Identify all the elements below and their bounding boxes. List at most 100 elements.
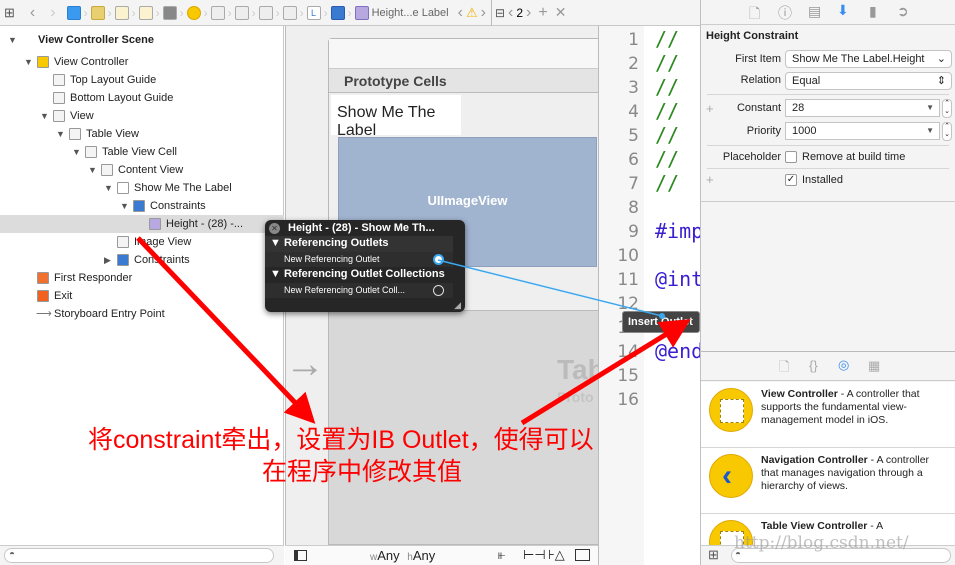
code-line[interactable]: //	[655, 27, 679, 51]
constraint-icon[interactable]	[354, 5, 369, 20]
outline-row[interactable]: ▼ View Controller	[0, 53, 284, 71]
outlet-circle-empty[interactable]	[433, 285, 444, 296]
library-item[interactable]: View Controller - A controller that supp…	[701, 382, 955, 448]
outline-row-label: Table View Cell	[102, 146, 178, 158]
disclosure-triangle-icon[interactable]: ▶	[104, 251, 111, 269]
size-inspector-icon[interactable]: ▮	[869, 3, 877, 20]
related-items-icon[interactable]: ⊟	[495, 6, 505, 20]
warning-icon[interactable]: ⚠	[466, 5, 478, 21]
code-line[interactable]: @int	[655, 267, 703, 291]
counterpart-forward-button[interactable]: ›	[526, 4, 531, 22]
label-icon[interactable]: L	[306, 5, 321, 20]
breadcrumb-current[interactable]: Height...e Label	[372, 7, 449, 19]
new-referencing-outlet[interactable]: New Referencing Outlet	[265, 252, 453, 267]
priority-field[interactable]: 1000 ▼	[785, 122, 940, 140]
back-button[interactable]: ‹	[30, 4, 35, 22]
pin-icon[interactable]: ⊢⊣	[523, 547, 546, 563]
outline-row[interactable]: Top Layout Guide	[0, 71, 284, 89]
disclosure-triangle-icon[interactable]: ▼	[88, 161, 97, 179]
library-item[interactable]: ‹ Navigation Controller - A controller th…	[701, 448, 955, 514]
outline-row[interactable]: ▼ Show Me The Label	[0, 179, 284, 197]
outline-row[interactable]: Height - (28) -...	[0, 215, 284, 233]
close-editor-button[interactable]: ✕	[555, 4, 567, 21]
object-library-icon[interactable]: ◎	[838, 357, 849, 373]
outline-row[interactable]: ▶ Constraints	[0, 251, 284, 269]
media-library-icon[interactable]: ▦	[868, 358, 880, 374]
show-me-the-label[interactable]: Show Me The Label	[331, 95, 461, 139]
close-icon[interactable]: ✕	[269, 223, 280, 234]
outline-row[interactable]: ▼ Table View Cell	[0, 143, 284, 161]
outline-row[interactable]: Exit	[0, 287, 284, 305]
identity-inspector-icon[interactable]: ▤	[808, 3, 821, 20]
first-item-select[interactable]: Show Me The Label.Height ⌄	[785, 50, 952, 68]
quick-help-icon[interactable]: ⓘ	[778, 3, 792, 23]
outline-row[interactable]: ⟶ Storyboard Entry Point	[0, 305, 284, 323]
table-cell-icon[interactable]	[258, 5, 273, 20]
disclosure-triangle-icon[interactable]: ▼	[120, 197, 129, 215]
label-icon	[117, 182, 129, 194]
code-line[interactable]: @end	[655, 339, 703, 363]
outline-row[interactable]: ▼ Table View	[0, 125, 284, 143]
scene-icon[interactable]	[162, 5, 177, 20]
constant-field[interactable]: 28 ▼	[785, 99, 940, 117]
code-snippet-icon[interactable]: {}	[809, 358, 818, 373]
size-class-button[interactable]: wAny hAny	[370, 548, 435, 563]
constraints-icon[interactable]	[330, 5, 345, 20]
canvas-bottom-bar: wAny hAny ⫦ ⊢⊣ ⊦△	[285, 545, 598, 565]
resizing-icon[interactable]	[575, 549, 590, 561]
view-icon[interactable]	[210, 5, 225, 20]
view-controller-icon[interactable]	[186, 5, 201, 20]
next-issue-button[interactable]: ›	[481, 4, 486, 22]
new-referencing-outlet-collection[interactable]: New Referencing Outlet Coll...	[265, 283, 453, 298]
file-template-icon[interactable]: 🗋	[779, 358, 789, 380]
disclosure-triangle-icon[interactable]: ▼	[24, 53, 33, 71]
filter-field[interactable]: ◓	[4, 548, 274, 563]
table-view-icon[interactable]	[234, 5, 249, 20]
outline-row[interactable]: ▼ Content View	[0, 161, 284, 179]
prev-issue-button[interactable]: ‹	[458, 4, 463, 22]
assistant-editor[interactable]: 12345678910111213141516 //////////////#i…	[598, 26, 703, 565]
priority-stepper[interactable]: ⌃ ⌄	[942, 122, 952, 141]
outline-row[interactable]: First Responder	[0, 269, 284, 287]
disclosure-triangle-icon[interactable]: ▼	[72, 143, 81, 161]
grid-view-icon[interactable]: ⊞	[708, 547, 719, 563]
outline-row[interactable]: Image View	[0, 233, 284, 251]
add-variation-icon[interactable]: +	[706, 172, 714, 187]
disclosure-triangle-icon[interactable]: ▼	[56, 125, 65, 143]
relation-select[interactable]: Equal ⇕	[785, 72, 952, 90]
storyboard-file-icon[interactable]	[114, 5, 129, 20]
outline-row[interactable]: Bottom Layout Guide	[0, 89, 284, 107]
constant-stepper[interactable]: ⌃ ⌄	[942, 99, 952, 118]
code-line[interactable]: //	[655, 51, 679, 75]
file-inspector-icon[interactable]: 🗋	[749, 3, 760, 27]
toggle-outline-icon[interactable]	[294, 550, 307, 561]
code-line[interactable]: //	[655, 171, 679, 195]
outlet-circle-filled[interactable]	[433, 254, 444, 265]
forward-button[interactable]: ›	[50, 4, 55, 22]
code-line[interactable]: //	[655, 75, 679, 99]
related-items-icon[interactable]: ⊞	[4, 5, 15, 21]
attributes-inspector-icon[interactable]: ⬇	[837, 2, 849, 19]
connections-inspector-icon[interactable]: ➲	[897, 3, 909, 20]
project-icon[interactable]	[66, 5, 81, 20]
outline-row[interactable]: ▼ Constraints	[0, 197, 284, 215]
counterpart-back-button[interactable]: ‹	[508, 4, 513, 22]
align-icon[interactable]: ⫦	[498, 547, 505, 563]
disclosure-triangle-icon[interactable]: ▼	[104, 179, 113, 197]
disclosure-triangle-icon[interactable]: ▼	[40, 107, 49, 125]
resize-handle-icon[interactable]: ◢	[454, 300, 461, 311]
storyboard-base-icon[interactable]	[138, 5, 153, 20]
resolve-issues-icon[interactable]: ⊦△	[548, 547, 565, 563]
code-line[interactable]: //	[655, 147, 679, 171]
folder-icon[interactable]	[90, 5, 105, 20]
disclosure-triangle-icon[interactable]: ▼	[8, 31, 17, 49]
code-line[interactable]: //	[655, 99, 679, 123]
remove-at-build-checkbox[interactable]	[785, 151, 797, 163]
code-line[interactable]: //	[655, 123, 679, 147]
content-view-icon[interactable]	[282, 5, 297, 20]
code-line[interactable]: #imp	[655, 219, 703, 243]
add-editor-button[interactable]: +	[538, 4, 547, 22]
outline-row[interactable]: ▼ View Controller Scene	[0, 31, 284, 49]
outline-row[interactable]: ▼ View	[0, 107, 284, 125]
installed-checkbox[interactable]: ✓	[785, 174, 797, 186]
